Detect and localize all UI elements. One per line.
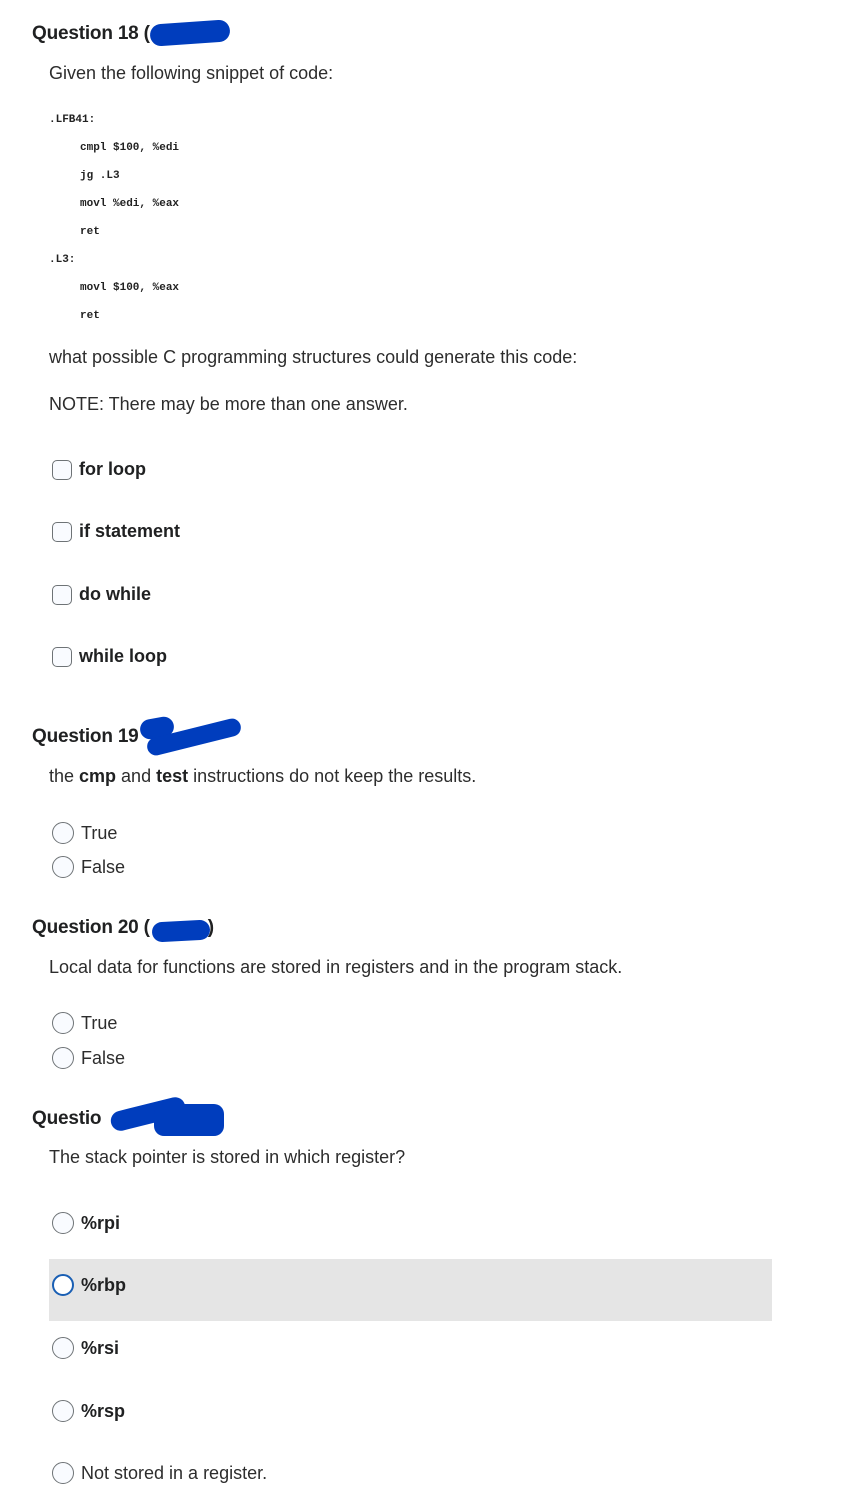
option-label: True [81,1012,118,1033]
redaction-mark [149,19,231,47]
question-18-question: what possible C programming structures c… [49,347,578,367]
question-18-prompt: Given the following snippet of code: [49,63,334,83]
option-rsi[interactable]: %rsi [52,1337,119,1359]
code-line: ret [80,226,100,238]
question-21-title: Questio [32,1108,102,1129]
code-label: .LFB41: [49,114,96,126]
radio-button[interactable] [52,1400,74,1422]
checkbox[interactable] [52,584,72,605]
redaction-mark [154,1104,224,1136]
option-rsp[interactable]: %rsp [52,1400,125,1422]
option-if-statement[interactable]: if statement [52,521,180,542]
option-false[interactable]: False [52,1047,125,1069]
question-18-note: NOTE: There may be more than one answer. [49,394,408,414]
prompt-text: and [116,766,157,786]
question-20-prompt: Local data for functions are stored in r… [49,957,623,977]
option-label: for loop [79,459,146,479]
prompt-keyword-cmp: cmp [79,766,117,786]
question-19-prompt: the cmp and test instructions do not kee… [49,766,476,787]
code-line: jg .L3 [80,170,120,182]
prompt-keyword-test: test [156,766,189,786]
option-label: Not stored in a register. [81,1462,268,1483]
option-for-loop[interactable]: for loop [52,459,146,480]
option-do-while[interactable]: do while [52,584,151,605]
radio-button[interactable] [52,1274,74,1296]
redaction-mark [151,919,211,943]
radio-button[interactable] [52,1337,74,1359]
prompt-text: instructions do not keep the results. [188,766,477,786]
code-line: movl %edi, %eax [80,198,180,210]
option-while-loop[interactable]: while loop [52,646,167,667]
code-line: cmpl $100, %edi [80,142,180,154]
radio-button[interactable] [52,1012,74,1034]
radio-button[interactable] [52,822,74,844]
radio-button[interactable] [52,1462,74,1484]
code-line: ret [80,310,100,322]
option-label: if statement [79,521,181,541]
option-false[interactable]: False [52,856,125,878]
question-19-title: Question 19 [32,726,139,747]
option-true[interactable]: True [52,822,117,844]
option-label: %rbp [81,1274,126,1295]
option-label: %rsp [81,1400,126,1421]
option-label: %rsi [81,1337,120,1358]
option-label: do while [79,584,151,604]
code-line: movl $100, %eax [80,282,180,294]
checkbox[interactable] [52,646,72,667]
title-text: Question 20 ( [32,917,150,938]
prompt-text: the [49,766,80,786]
option-label: False [81,856,126,877]
question-21-prompt: The stack pointer is stored in which reg… [49,1147,406,1167]
radio-button[interactable] [52,1047,74,1069]
radio-button[interactable] [52,856,74,878]
code-label: .L3: [49,254,76,266]
hovered-option-background [49,1259,772,1321]
option-rpi[interactable]: %rpi [52,1212,120,1234]
checkbox[interactable] [52,521,72,542]
option-not-stored[interactable]: Not stored in a register. [52,1462,267,1484]
option-label: while loop [79,646,167,666]
question-18-title: Question 18 ( [32,23,150,44]
radio-button[interactable] [52,1212,74,1234]
option-rbp[interactable]: %rbp [52,1274,126,1296]
option-true[interactable]: True [52,1012,117,1034]
option-label: True [81,822,118,843]
checkbox[interactable] [52,459,72,480]
option-label: False [81,1047,126,1068]
option-label: %rpi [81,1212,121,1233]
